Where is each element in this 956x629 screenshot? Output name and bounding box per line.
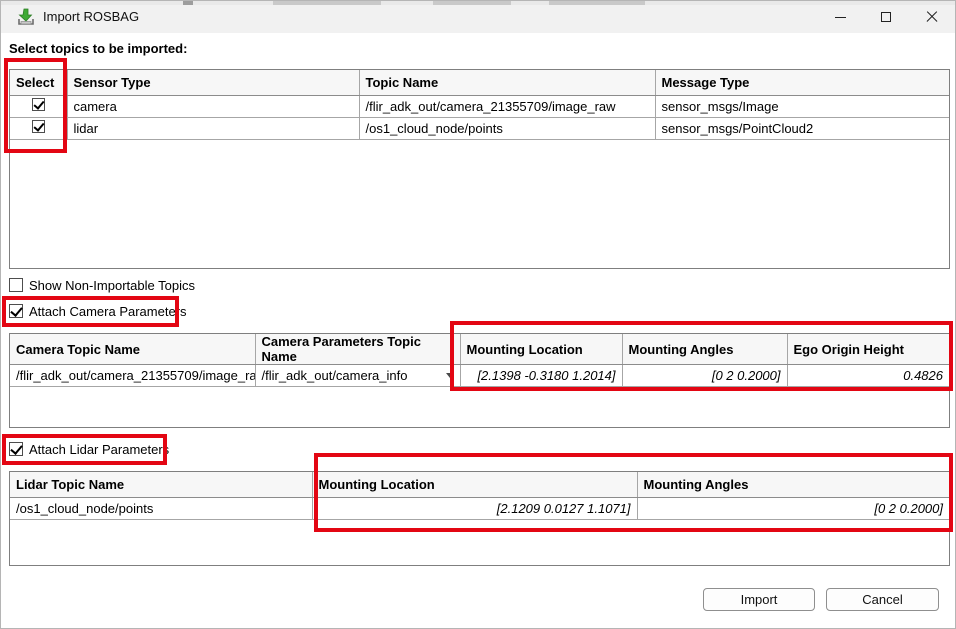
topics-table: Select Sensor Type Topic Name Message Ty…	[9, 69, 950, 269]
topics-header-topic-name: Topic Name	[359, 70, 655, 95]
row-select-cell[interactable]	[10, 95, 67, 117]
topic-name-cell: /flir_adk_out/camera_21355709/image_raw	[359, 95, 655, 117]
import-button[interactable]: Import	[703, 588, 815, 611]
sensor-type-cell: lidar	[67, 117, 359, 139]
camera-header-topic-name: Camera Topic Name	[10, 334, 255, 365]
camera-header-mounting-angles: Mounting Angles	[622, 334, 787, 365]
row-select-checkbox[interactable]	[32, 98, 45, 111]
minimize-button[interactable]	[817, 1, 863, 33]
lidar-topic-name-cell: /os1_cloud_node/points	[10, 497, 312, 519]
camera-parameters-table: Camera Topic Name Camera Parameters Topi…	[9, 333, 950, 428]
table-row: /flir_adk_out/camera_21355709/image_raw …	[10, 365, 949, 387]
topic-name-cell: /os1_cloud_node/points	[359, 117, 655, 139]
row-select-cell[interactable]	[10, 117, 67, 139]
window-controls	[817, 1, 955, 33]
camera-header-params-topic-name: Camera Parameters Topic Name	[255, 334, 460, 365]
show-non-importable-checkbox-row[interactable]: Show Non-Importable Topics	[9, 277, 195, 293]
camera-header-ego-origin-height: Ego Origin Height	[787, 334, 949, 365]
message-type-cell: sensor_msgs/PointCloud2	[655, 117, 949, 139]
topics-header-sensor-type: Sensor Type	[67, 70, 359, 95]
attach-lidar-checkbox[interactable]	[9, 442, 23, 456]
lidar-header-mounting-angles: Mounting Angles	[637, 472, 949, 497]
message-type-cell: sensor_msgs/Image	[655, 95, 949, 117]
show-non-importable-checkbox[interactable]	[9, 278, 23, 292]
camera-header-mounting-location: Mounting Location	[460, 334, 622, 365]
lidar-mounting-location-cell[interactable]: [2.1209 0.0127 1.1071]	[312, 497, 637, 519]
attach-lidar-label: Attach Lidar Parameters	[29, 442, 169, 457]
minimize-icon	[835, 17, 846, 18]
sensor-type-cell: camera	[67, 95, 359, 117]
close-icon	[926, 11, 938, 23]
topics-header-message-type: Message Type	[655, 70, 949, 95]
table-row: lidar /os1_cloud_node/points sensor_msgs…	[10, 117, 949, 139]
instruction-label: Select topics to be imported:	[9, 41, 187, 56]
camera-params-topic-dropdown[interactable]: /flir_adk_out/camera_info	[255, 365, 460, 387]
window-title: Import ROSBAG	[43, 1, 139, 33]
camera-mounting-angles-cell[interactable]: [0 2 0.2000]	[622, 365, 787, 387]
attach-camera-checkbox[interactable]	[9, 304, 23, 318]
camera-ego-origin-height-cell[interactable]: 0.4826	[787, 365, 949, 387]
lidar-parameters-table: Lidar Topic Name Mounting Location Mount…	[9, 471, 950, 566]
lidar-header-topic-name: Lidar Topic Name	[10, 472, 312, 497]
title-bar: Import ROSBAG	[1, 1, 955, 33]
topics-header-select: Select	[10, 70, 67, 95]
show-non-importable-label: Show Non-Importable Topics	[29, 278, 195, 293]
table-row: camera /flir_adk_out/camera_21355709/ima…	[10, 95, 949, 117]
chevron-down-icon	[446, 373, 454, 378]
import-rosbag-dialog: Import ROSBAG Select topics to be import…	[0, 0, 956, 629]
camera-topic-name-cell: /flir_adk_out/camera_21355709/image_raw	[10, 365, 255, 387]
background-window-edge	[1, 1, 955, 5]
table-row: /os1_cloud_node/points [2.1209 0.0127 1.…	[10, 497, 949, 519]
attach-lidar-checkbox-row[interactable]: Attach Lidar Parameters	[9, 441, 169, 457]
import-rosbag-icon	[17, 8, 35, 26]
attach-camera-label: Attach Camera Parameters	[29, 304, 187, 319]
camera-mounting-location-cell[interactable]: [2.1398 -0.3180 1.2014]	[460, 365, 622, 387]
camera-params-topic-value: /flir_adk_out/camera_info	[262, 368, 408, 383]
maximize-button[interactable]	[863, 1, 909, 33]
cancel-button[interactable]: Cancel	[826, 588, 939, 611]
maximize-icon	[881, 12, 891, 22]
lidar-header-mounting-location: Mounting Location	[312, 472, 637, 497]
attach-camera-checkbox-row[interactable]: Attach Camera Parameters	[9, 303, 187, 319]
close-button[interactable]	[909, 1, 955, 33]
lidar-mounting-angles-cell[interactable]: [0 2 0.2000]	[637, 497, 949, 519]
row-select-checkbox[interactable]	[32, 120, 45, 133]
